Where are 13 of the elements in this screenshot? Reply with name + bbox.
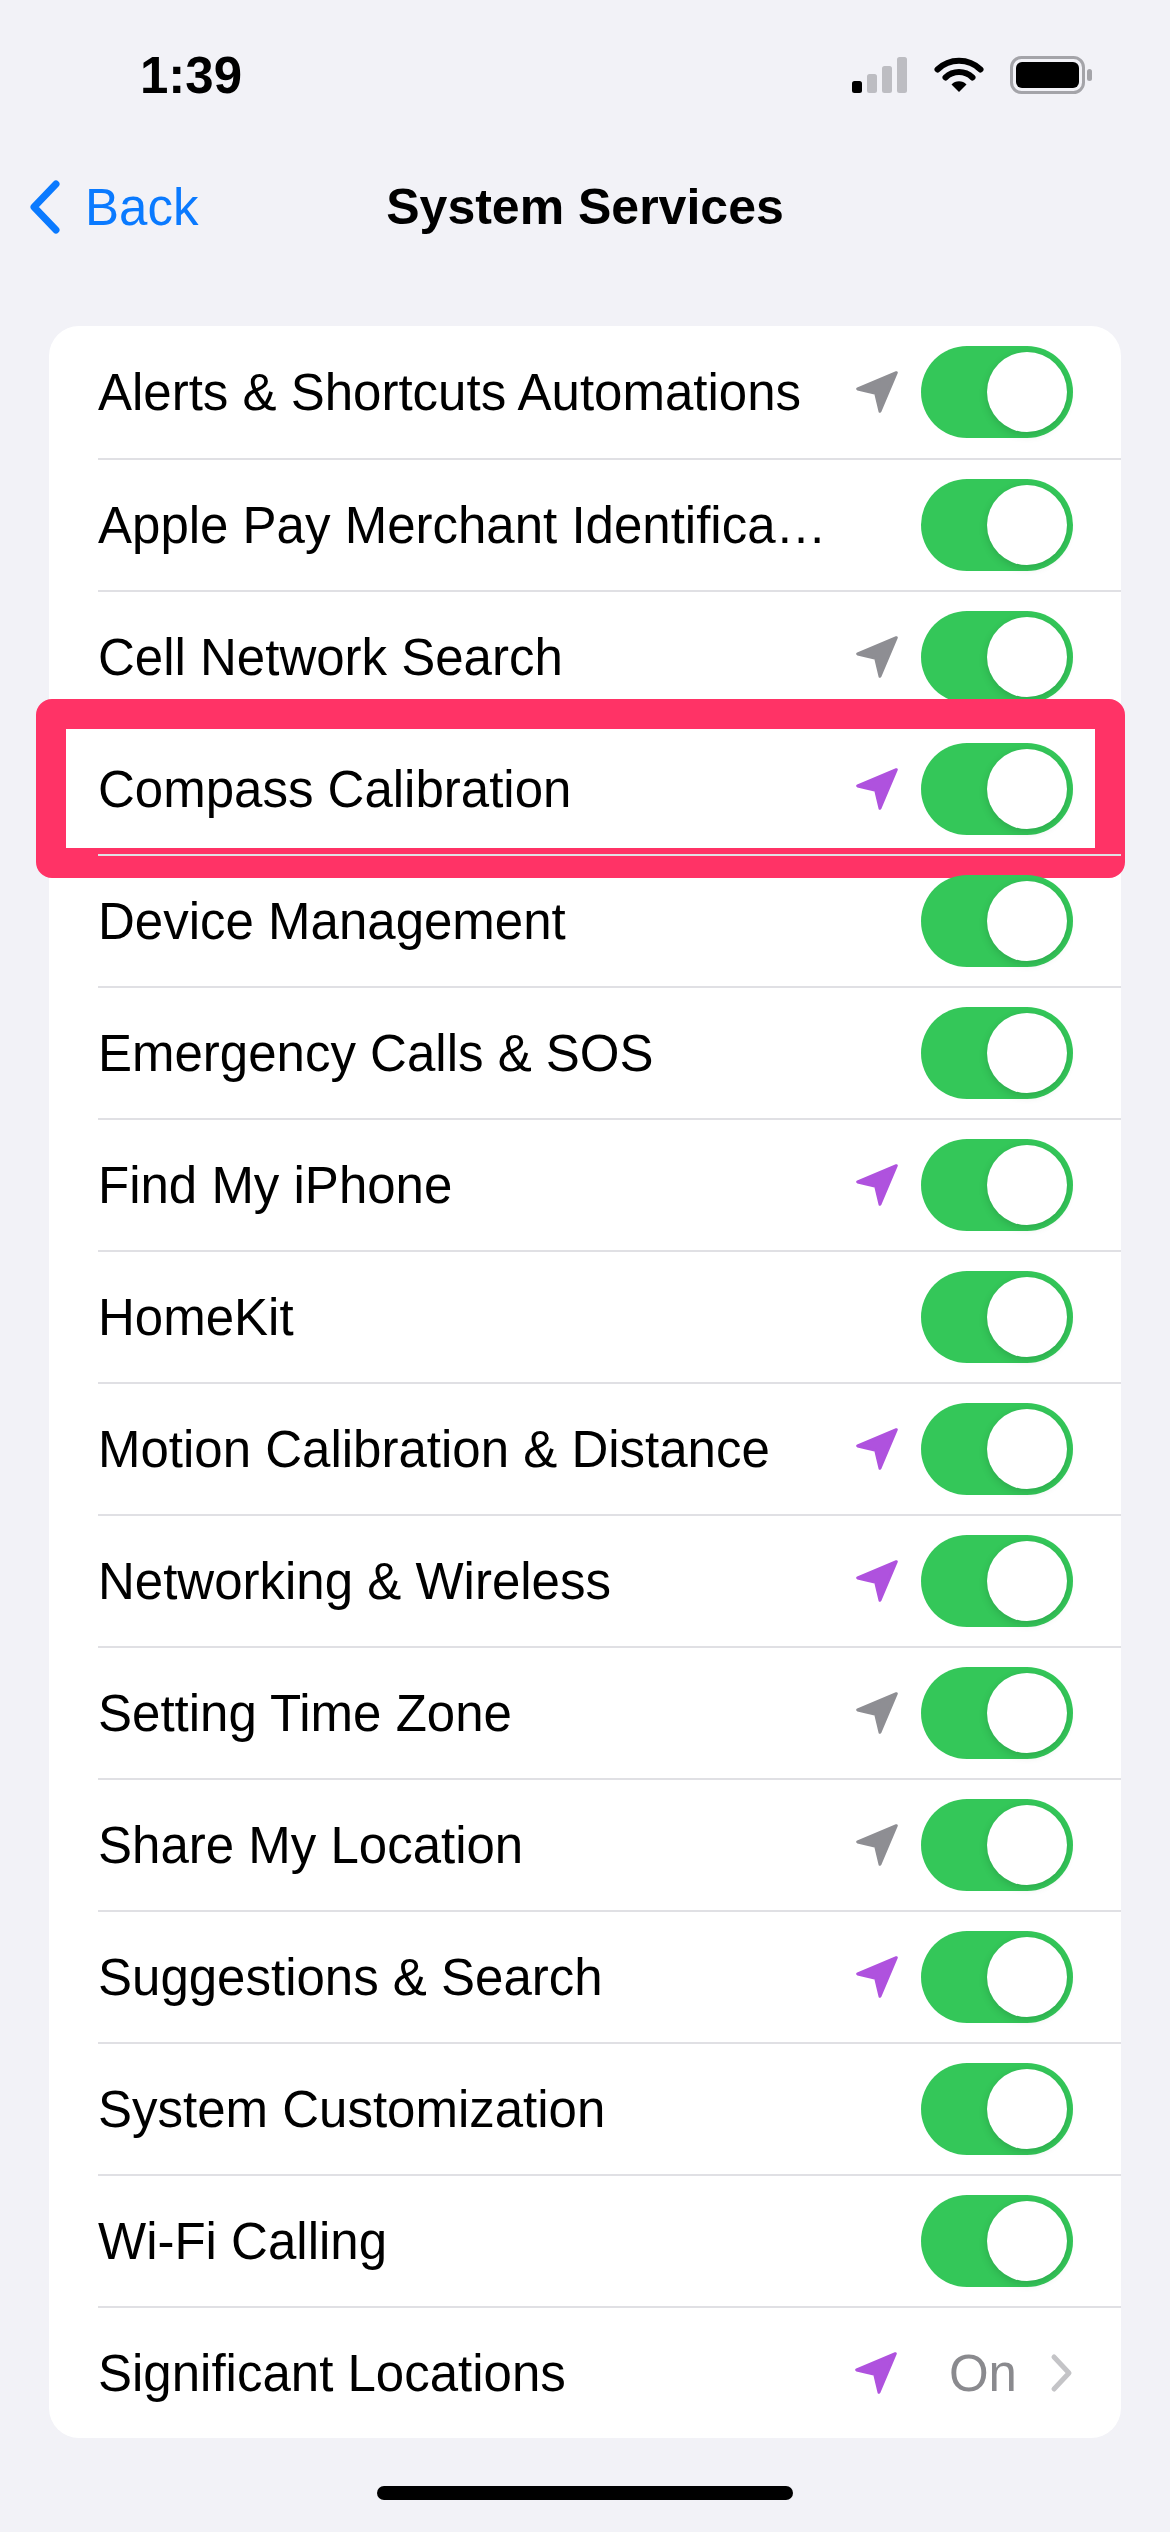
setting-label: Motion Calibration & Distance xyxy=(98,1423,771,1475)
setting-label: Cell Network Search xyxy=(98,631,564,683)
chevron-left-icon xyxy=(28,180,61,234)
setting-label: HomeKit xyxy=(98,1291,295,1343)
chevron-right-icon[interactable] xyxy=(1050,2353,1073,2393)
status-time: 1:39 xyxy=(140,49,243,101)
signal-icon xyxy=(852,57,908,93)
setting-label: Alerts & Shortcuts Automations xyxy=(98,366,802,418)
setting-value: On xyxy=(948,2347,1017,2399)
back-button[interactable]: Back xyxy=(28,180,199,234)
wifi-icon xyxy=(934,57,984,93)
battery-icon xyxy=(1010,56,1092,94)
nav-title: System Services xyxy=(386,182,784,232)
